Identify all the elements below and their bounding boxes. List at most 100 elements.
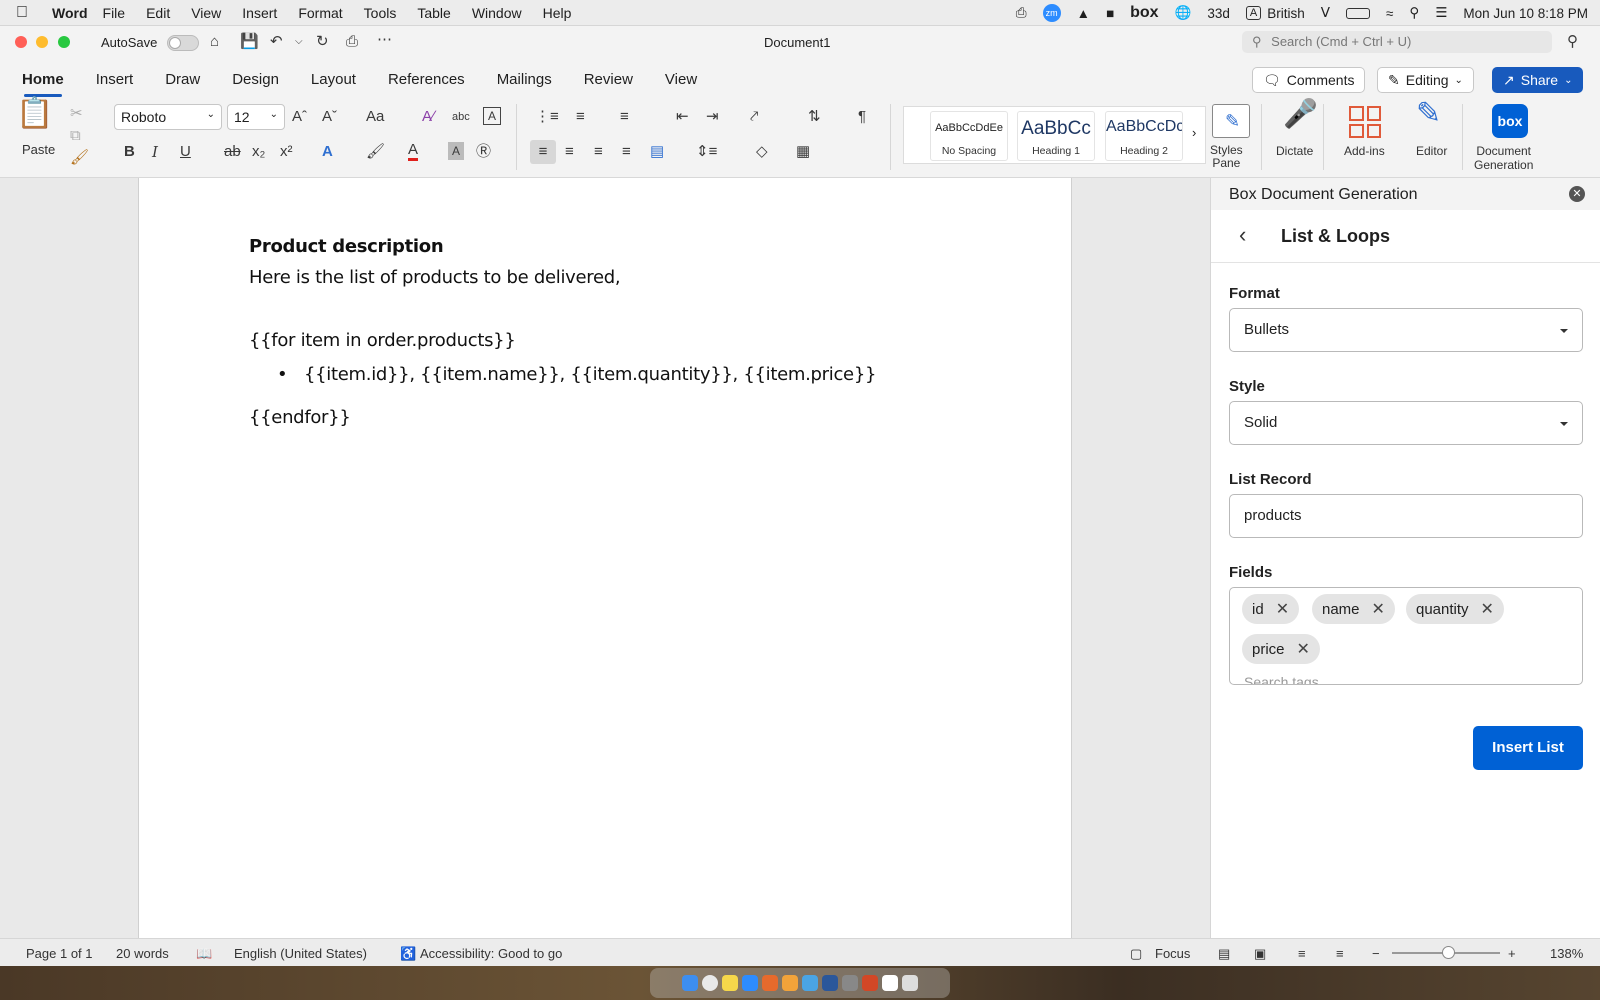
document-generation-label[interactable]: Document Generation	[1474, 144, 1533, 172]
tab-references[interactable]: References	[378, 65, 475, 95]
zoom-slider-thumb[interactable]	[1442, 946, 1455, 959]
borders-icon[interactable]: ▦	[796, 142, 810, 162]
apple-icon[interactable]: 	[16, 4, 28, 22]
share-button[interactable]: ↗ Share ⌄	[1492, 67, 1584, 93]
preview-icon[interactable]	[842, 975, 858, 991]
spotlight-icon[interactable]: ⚲	[1409, 5, 1419, 21]
paste-label[interactable]: Paste	[22, 142, 55, 157]
fields-tag-input[interactable]: id ✕ name ✕ quantity ✕ price ✕ Search tags	[1229, 587, 1583, 685]
menu-window[interactable]: Window	[472, 5, 522, 21]
chrome-icon[interactable]	[702, 975, 718, 991]
tag-chip-id[interactable]: id ✕	[1242, 594, 1300, 624]
editor-icon[interactable]: ✎	[1416, 99, 1441, 129]
menu-help[interactable]: Help	[543, 5, 572, 21]
font-color-icon[interactable]: A	[408, 142, 419, 161]
doc-loop-end[interactable]: {{endfor}}	[249, 407, 351, 428]
web-layout-icon[interactable]: ▣	[1254, 946, 1266, 962]
shrink-font-icon[interactable]: Aˇ	[322, 107, 337, 127]
style-select[interactable]: Solid	[1229, 401, 1583, 445]
change-case-icon[interactable]: Aa	[366, 107, 384, 127]
copy-icon[interactable]: ⧉	[70, 126, 81, 146]
back-chevron-icon[interactable]: ‹	[1239, 222, 1246, 248]
dictate-label[interactable]: Dictate	[1276, 144, 1313, 158]
bullets-icon[interactable]: ⋮≡	[535, 107, 559, 127]
share-people-icon[interactable]: ⚲	[1567, 32, 1578, 52]
zoom-level[interactable]: 138%	[1550, 946, 1583, 961]
remove-tag-icon[interactable]: ✕	[1372, 599, 1385, 619]
control-center-icon[interactable]: ☰	[1435, 5, 1447, 21]
style-no-spacing[interactable]: AaBbCcDdEe No Spacing	[930, 111, 1008, 161]
battery-time[interactable]: 33d	[1207, 6, 1230, 21]
chevron-right-icon[interactable]: ›	[1192, 125, 1196, 140]
doc-loop-start[interactable]: {{for item in order.products}}	[249, 330, 516, 351]
menu-insert[interactable]: Insert	[242, 5, 277, 21]
editor-label[interactable]: Editor	[1416, 144, 1447, 158]
tab-layout[interactable]: Layout	[301, 65, 366, 95]
superscript-icon[interactable]: x²	[280, 142, 293, 162]
comments-button[interactable]: 🗨 Comments	[1252, 67, 1366, 93]
menu-tools[interactable]: Tools	[364, 5, 397, 21]
autosave-toggle[interactable]	[167, 35, 199, 51]
clock[interactable]: Mon Jun 10 8:18 PM	[1463, 6, 1588, 21]
tab-view[interactable]: View	[655, 65, 707, 95]
document-canvas[interactable]: Product description Here is the list of …	[0, 178, 1210, 938]
globe-icon[interactable]: 🌐	[1175, 5, 1192, 21]
powerpoint-icon[interactable]	[862, 975, 878, 991]
align-left-icon[interactable]: ≡	[530, 140, 556, 164]
format-select[interactable]: Bullets	[1229, 308, 1583, 352]
language-status[interactable]: English (United States)	[234, 946, 367, 961]
menu-file[interactable]: File	[103, 5, 126, 21]
add-ins-label[interactable]: Add-ins	[1344, 144, 1385, 158]
character-shading-icon[interactable]: A	[448, 142, 464, 160]
grow-font-icon[interactable]: Aˆ	[292, 107, 307, 127]
minimize-window-button[interactable]	[36, 36, 48, 48]
strikethrough-icon[interactable]: ab	[224, 142, 241, 162]
accessibility-icon[interactable]: ♿	[400, 946, 416, 962]
close-window-button[interactable]	[15, 36, 27, 48]
style-heading-2[interactable]: AaBbCcDc Heading 2	[1105, 111, 1183, 161]
phonetic-guide-icon[interactable]: Ⓡ	[476, 142, 491, 162]
format-painter-icon[interactable]: 🖌	[70, 148, 89, 168]
text-box-icon[interactable]: A	[483, 107, 501, 125]
highlight-icon[interactable]: 🖌	[366, 142, 385, 162]
word-count[interactable]: 20 words	[116, 946, 169, 961]
printer-status-icon[interactable]: ⎙	[1016, 5, 1027, 21]
app-status-icon[interactable]: ■	[1106, 6, 1114, 21]
save-icon[interactable]: 💾	[240, 32, 259, 52]
redo-icon[interactable]: ↻	[316, 32, 329, 52]
sort-icon[interactable]: ⇅	[808, 107, 821, 127]
zoom-window-button[interactable]	[58, 36, 70, 48]
trash-icon[interactable]	[902, 975, 918, 991]
page-count[interactable]: Page 1 of 1	[26, 946, 93, 961]
undo-dropdown-icon[interactable]: ⌵	[295, 32, 303, 52]
editing-mode-button[interactable]: ✎ Editing ⌄	[1377, 67, 1474, 93]
tag-chip-name[interactable]: name ✕	[1312, 594, 1395, 624]
zoom-in-icon[interactable]: +	[1508, 946, 1516, 961]
distributed-icon[interactable]: ▤	[650, 142, 664, 162]
document-page[interactable]: Product description Here is the list of …	[138, 178, 1072, 938]
line-spacing-icon[interactable]: ⇕≡	[696, 142, 717, 162]
finder-icon[interactable]	[682, 975, 698, 991]
styles-pane-icon[interactable]: ✎	[1212, 104, 1250, 138]
text-effects-icon[interactable]: A	[322, 142, 333, 162]
box-menu-icon[interactable]: box	[1130, 4, 1158, 22]
add-ins-icon[interactable]	[1349, 106, 1381, 138]
tab-review[interactable]: Review	[574, 65, 643, 95]
tab-home[interactable]: Home	[12, 65, 74, 97]
box-logo-icon[interactable]: box	[1492, 104, 1528, 138]
remove-tag-icon[interactable]: ✕	[1276, 599, 1289, 619]
print-icon[interactable]: ⎙	[346, 32, 358, 52]
increase-indent-icon[interactable]: ⇥	[706, 107, 719, 127]
menu-edit[interactable]: Edit	[146, 5, 170, 21]
bluetooth-icon[interactable]: ᐯ	[1321, 5, 1330, 21]
notes-icon[interactable]	[722, 975, 738, 991]
shading-icon[interactable]: ◇	[756, 142, 768, 162]
tag-chip-quantity[interactable]: quantity ✕	[1406, 594, 1504, 624]
tab-design[interactable]: Design	[222, 65, 289, 95]
align-center-icon[interactable]: ≡	[565, 142, 574, 162]
menu-table[interactable]: Table	[417, 5, 450, 21]
style-heading-1[interactable]: AaBbCc Heading 1	[1017, 111, 1095, 161]
proofing-icon[interactable]: 📖	[196, 946, 212, 962]
outline-view-icon[interactable]: ≡	[1298, 946, 1306, 961]
wifi-icon[interactable]: ≈	[1386, 6, 1393, 21]
